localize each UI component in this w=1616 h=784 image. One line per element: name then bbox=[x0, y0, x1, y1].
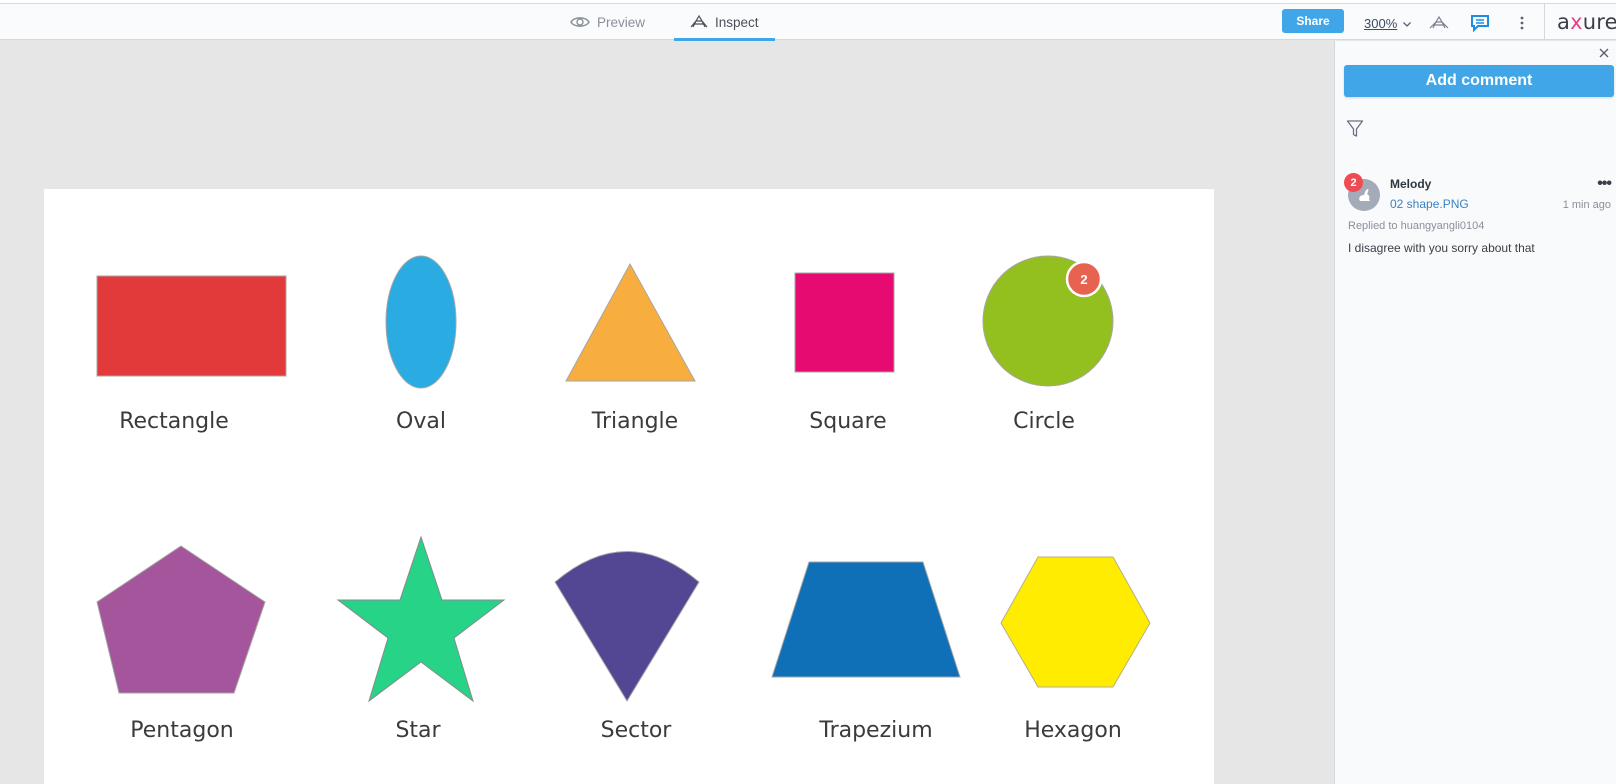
more-options-icon[interactable] bbox=[1510, 12, 1534, 34]
shape-pentagon[interactable] bbox=[96, 545, 266, 694]
comment-count-badge: 2 bbox=[1344, 173, 1363, 192]
shape-triangle[interactable] bbox=[565, 262, 696, 382]
comment-pin-count: 2 bbox=[1080, 272, 1087, 287]
label-sector: Sector bbox=[601, 718, 673, 743]
zoom-level-dropdown[interactable]: 300% bbox=[1364, 16, 1397, 31]
axure-logo: axure bbox=[1557, 10, 1616, 34]
label-circle: Circle bbox=[1013, 409, 1075, 434]
shape-rectangle[interactable] bbox=[96, 275, 287, 377]
label-hexagon: Hexagon bbox=[1024, 718, 1122, 743]
tab-inspect-label: Inspect bbox=[715, 14, 759, 30]
top-toolbar: Preview Inspect Share 300% axure bbox=[0, 4, 1616, 41]
close-icon bbox=[1599, 48, 1609, 58]
eye-icon bbox=[570, 17, 590, 27]
comment-replied-to: Replied to huangyangli0104 bbox=[1348, 220, 1485, 232]
label-trapezium: Trapezium bbox=[818, 718, 932, 743]
shape-hexagon[interactable] bbox=[1000, 556, 1151, 688]
shape-square[interactable] bbox=[794, 272, 895, 373]
label-pentagon: Pentagon bbox=[130, 718, 233, 743]
chevron-down-icon[interactable] bbox=[1402, 16, 1412, 34]
artboard: 2 Rectangle Oval Triangle Square Circle … bbox=[44, 189, 1214, 784]
shape-sector[interactable] bbox=[554, 551, 700, 702]
label-rectangle: Rectangle bbox=[119, 409, 229, 434]
comment-timestamp: 1 min ago bbox=[1562, 199, 1611, 211]
filter-button[interactable] bbox=[1346, 119, 1364, 139]
shape-star[interactable] bbox=[336, 535, 506, 703]
label-triangle: Triangle bbox=[591, 409, 678, 434]
comments-panel: Add comment 2 Melody ••• 02 shape.PNG 1 … bbox=[1334, 41, 1616, 784]
comments-icon[interactable] bbox=[1468, 12, 1492, 34]
comment-file-link[interactable]: 02 shape.PNG bbox=[1390, 197, 1469, 211]
label-star: Star bbox=[395, 718, 441, 743]
inspect-mode-icon[interactable] bbox=[1427, 12, 1451, 34]
share-button[interactable]: Share bbox=[1282, 9, 1344, 33]
tab-inspect[interactable]: Inspect bbox=[674, 4, 775, 41]
comment-author: Melody bbox=[1390, 177, 1432, 191]
close-panel-button[interactable] bbox=[1596, 45, 1612, 61]
tab-preview[interactable]: Preview bbox=[570, 4, 645, 40]
prototype-canvas: 2 Rectangle Oval Triangle Square Circle … bbox=[0, 41, 1335, 784]
label-square: Square bbox=[809, 409, 886, 434]
toolbar-divider bbox=[1544, 4, 1545, 40]
comment-pin[interactable]: 2 bbox=[1065, 260, 1103, 298]
shape-trapezium[interactable] bbox=[771, 561, 961, 678]
inspect-icon bbox=[690, 15, 708, 28]
more-icon[interactable]: ••• bbox=[1597, 175, 1612, 193]
filter-icon bbox=[1346, 120, 1364, 137]
comment-text: I disagree with you sorry about that bbox=[1348, 241, 1535, 255]
tab-preview-label: Preview bbox=[597, 14, 646, 30]
shape-oval[interactable] bbox=[385, 255, 457, 389]
label-oval: Oval bbox=[396, 409, 446, 434]
add-comment-button[interactable]: Add comment bbox=[1344, 65, 1614, 97]
shapes-svg: 2 Rectangle Oval Triangle Square Circle … bbox=[96, 255, 1151, 743]
comment-item[interactable]: 2 Melody ••• 02 shape.PNG 1 min ago Repl… bbox=[1335, 169, 1616, 259]
